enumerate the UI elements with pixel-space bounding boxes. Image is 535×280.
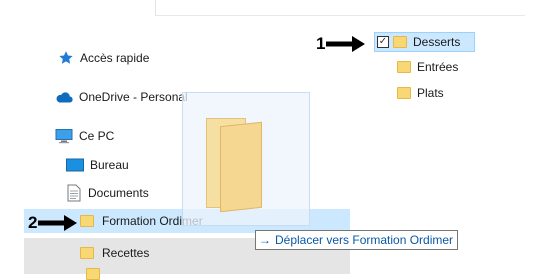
nav-item-onedrive[interactable]: OneDrive - Personal (55, 86, 188, 108)
folder-icon (80, 247, 94, 259)
folder-item-desserts[interactable]: ✓ Desserts (377, 33, 460, 51)
callout-1: 1 (316, 34, 366, 54)
folder-item-entrees[interactable]: Entrées (397, 58, 458, 76)
nav-item-desktop[interactable]: Bureau (66, 154, 129, 176)
nav-item-quick-access[interactable]: Accès rapide (58, 47, 149, 69)
nav-item-documents[interactable]: Documents (66, 182, 149, 204)
nav-label-this-pc: Ce PC (79, 129, 115, 143)
desktop-icon (66, 158, 84, 172)
folder-label-entrees: Entrées (417, 60, 459, 74)
callout-2: 2 (28, 213, 78, 233)
nav-label-onedrive: OneDrive - Personal (79, 90, 188, 104)
folder-icon (86, 268, 100, 280)
folder-label-desserts: Desserts (413, 35, 461, 49)
folder-item-plats[interactable]: Plats (397, 84, 444, 102)
arrow-right-icon (38, 215, 78, 231)
document-icon (66, 184, 82, 202)
folder-icon (80, 215, 94, 227)
folder-icon (393, 36, 407, 48)
folder-icon (397, 61, 411, 73)
header-divider (155, 15, 525, 16)
drag-move-tooltip: → Déplacer vers Formation Ordimer (255, 230, 459, 250)
arrow-right-icon (326, 36, 366, 52)
nav-label-quick-access: Accès rapide (80, 51, 150, 65)
column-divider (155, 0, 156, 16)
computer-icon (55, 128, 73, 144)
nav-item-this-pc[interactable]: Ce PC (55, 125, 114, 147)
callout-number: 1 (316, 34, 326, 53)
nav-item-recettes[interactable]: Recettes (80, 242, 149, 264)
callout-number: 2 (28, 213, 38, 232)
folder-label-plats: Plats (417, 86, 444, 100)
checkbox-checked[interactable]: ✓ (377, 36, 389, 48)
nav-label-documents: Documents (88, 186, 149, 200)
tooltip-text: Déplacer vers Formation Ordimer (275, 233, 454, 247)
cloud-icon (55, 91, 73, 103)
folder-icon (397, 87, 411, 99)
star-icon (58, 50, 74, 66)
dragged-folder-icon (206, 118, 266, 213)
tooltip-arrow-icon: → (259, 233, 271, 247)
nav-label-desktop: Bureau (90, 158, 129, 172)
nav-label-recettes: Recettes (102, 246, 150, 260)
